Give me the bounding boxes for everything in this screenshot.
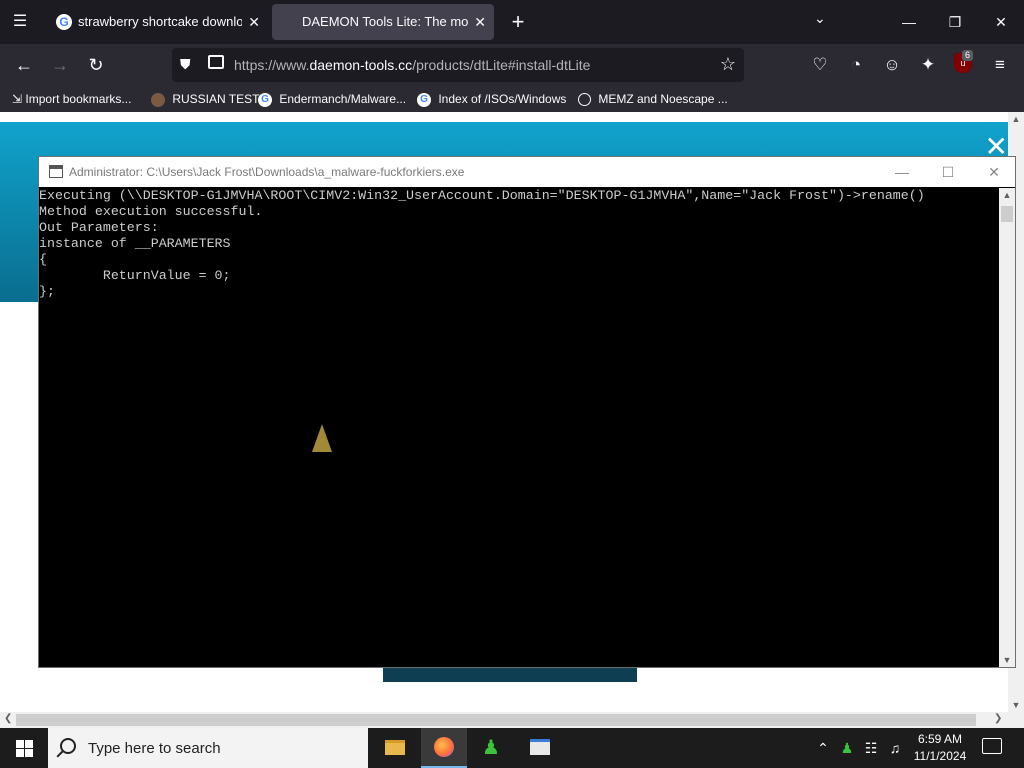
extensions-icon[interactable]: ✦	[915, 52, 941, 78]
clock[interactable]: 6:59 AM 11/1/2024	[908, 731, 972, 765]
sync-icon[interactable]: ◔	[843, 52, 869, 78]
bookmark-label: RUSSIAN TEST	[172, 92, 260, 106]
scroll-down-icon[interactable]: ▼	[999, 655, 1015, 665]
bookmark-star-icon[interactable]: ☆	[720, 54, 736, 75]
bookmark-memz[interactable]: MEMZ and Noescape ...	[578, 86, 728, 112]
tab-title: strawberry shortcake download	[78, 14, 242, 29]
console-titlebar[interactable]: Administrator: C:\Users\Jack Frost\Downl…	[39, 157, 1015, 187]
bookmark-russian-test[interactable]: RUSSIAN TEST	[151, 86, 259, 112]
nav-bar: ← → ↻ ⛊ https://www.daemon-tools.cc/prod…	[0, 44, 1024, 86]
close-window-button[interactable]: ✕	[978, 0, 1024, 44]
console-close-button[interactable]: ✕	[971, 157, 1017, 187]
console-line: Method execution successful.	[39, 204, 263, 219]
close-tab-icon[interactable]: ✕	[474, 4, 486, 40]
taskbar-search-box[interactable]: Type here to search	[48, 728, 368, 768]
clock-time: 6:59 AM	[917, 732, 963, 746]
google-icon: G	[417, 92, 431, 107]
page-horizontal-scrollbar[interactable]: ❮ ❯	[0, 712, 1008, 728]
file-explorer-button[interactable]	[372, 728, 418, 768]
scroll-down-icon[interactable]: ▼	[1008, 700, 1024, 710]
tab-daemon-tools[interactable]: DAEMON Tools Lite: The most p ✕	[272, 4, 494, 40]
console-line: Out Parameters:	[39, 220, 159, 235]
bookmark-label: Index of /ISOs/Windows	[438, 92, 567, 106]
console-title: Administrator: C:\Users\Jack Frost\Downl…	[69, 165, 465, 179]
console-taskbar-button[interactable]	[518, 728, 564, 768]
console-app-icon	[49, 165, 63, 178]
network-icon[interactable]: ☷	[860, 728, 882, 768]
messenger-people-icon: ♟	[482, 737, 500, 759]
forward-button[interactable]: →	[47, 52, 73, 78]
close-tab-icon[interactable]: ✕	[248, 4, 260, 40]
back-button[interactable]: ←	[11, 52, 37, 78]
search-icon	[60, 738, 76, 754]
list-tabs-chevron-icon[interactable]: ⌄	[814, 10, 826, 27]
show-hidden-icons-chevron-icon[interactable]: ⌃	[814, 728, 832, 768]
taskbar: Type here to search ♟ ⌃ ♟ ☷ ♫ 6:59 AM 11…	[0, 728, 1024, 768]
console-maximize-button[interactable]: ☐	[925, 157, 971, 187]
bookmark-import[interactable]: ⇲ Import bookmarks...	[12, 86, 131, 112]
console-line: ReturnValue = 0;	[39, 268, 231, 283]
reload-button[interactable]: ↻	[83, 52, 109, 78]
folder-icon	[385, 740, 405, 755]
lock-icon[interactable]	[208, 55, 224, 69]
firefox-button[interactable]	[421, 728, 467, 768]
clock-date: 11/1/2024	[913, 749, 967, 763]
url-text[interactable]: https://www.daemon-tools.cc/products/dtL…	[234, 57, 590, 73]
tab-title: DAEMON Tools Lite: The most p	[302, 14, 468, 29]
scrollbar-thumb[interactable]	[16, 714, 976, 726]
google-icon: G	[258, 92, 272, 107]
firefox-icon	[434, 737, 454, 757]
scroll-up-icon[interactable]: ▲	[1008, 114, 1024, 124]
bookmark-isos-windows[interactable]: G Index of /ISOs/Windows	[417, 86, 566, 112]
shield-icon[interactable]: ⛊	[180, 56, 191, 73]
scroll-right-icon[interactable]: ❯	[994, 713, 1002, 724]
scroll-left-icon[interactable]: ❮	[4, 713, 12, 724]
account-icon[interactable]: ☺	[879, 52, 905, 78]
bookmark-label: Import bookmarks...	[25, 92, 132, 106]
scrollbar-thumb[interactable]	[1001, 206, 1013, 222]
minimize-button[interactable]: —	[886, 0, 932, 44]
google-icon: G	[56, 14, 72, 30]
console-window[interactable]: Administrator: C:\Users\Jack Frost\Downl…	[38, 156, 1016, 668]
console-scrollbar[interactable]: ▲ ▼	[999, 188, 1015, 667]
scroll-up-icon[interactable]: ▲	[999, 190, 1015, 200]
windows-logo-icon	[16, 740, 24, 748]
tab-strawberry[interactable]: G strawberry shortcake download ✕	[44, 4, 268, 40]
console-window-icon	[530, 739, 550, 755]
console-output: Executing (\\DESKTOP-G1JMVHA\ROOT\CIMV2:…	[39, 188, 999, 666]
console-line: Executing (\\DESKTOP-G1JMVHA\ROOT\CIMV2:…	[39, 188, 925, 203]
bookmark-label: Endermanch/Malware...	[279, 92, 407, 106]
bookmark-label: MEMZ and Noescape ...	[598, 92, 728, 106]
new-tab-button[interactable]: +	[504, 8, 532, 36]
search-placeholder: Type here to search	[88, 740, 221, 757]
tab-list-icon[interactable]: ☰	[8, 10, 32, 34]
messenger-tray-icon[interactable]: ♟	[836, 728, 858, 768]
pocket-icon[interactable]: ♡	[807, 52, 833, 78]
start-button[interactable]	[0, 728, 48, 768]
menu-icon[interactable]: ≡	[987, 52, 1013, 78]
ublock-badge: 6	[962, 50, 974, 61]
console-line: {	[39, 252, 47, 267]
mouse-cursor-icon	[312, 424, 332, 452]
bookmarks-bar: ⇲ Import bookmarks... RUSSIAN TEST G End…	[0, 86, 1024, 112]
tab-bar: ☰ G strawberry shortcake download ✕ DAEM…	[0, 0, 1024, 44]
messenger-button[interactable]: ♟	[470, 728, 516, 768]
console-line: instance of __PARAMETERS	[39, 236, 231, 251]
page-dark-bar	[383, 666, 637, 682]
restore-button[interactable]: ❐	[932, 0, 978, 44]
import-icon: ⇲	[12, 92, 23, 106]
url-bar[interactable]: ⛊ https://www.daemon-tools.cc/products/d…	[172, 48, 744, 82]
console-line: };	[39, 284, 55, 299]
globe-icon	[578, 93, 591, 107]
console-minimize-button[interactable]: —	[879, 157, 925, 187]
notifications-icon[interactable]	[982, 738, 1002, 754]
scrollbar-corner	[1008, 712, 1024, 728]
swirl-icon	[151, 92, 165, 107]
volume-icon[interactable]: ♫	[884, 728, 906, 768]
bookmark-endermanch[interactable]: G Endermanch/Malware...	[258, 86, 406, 112]
